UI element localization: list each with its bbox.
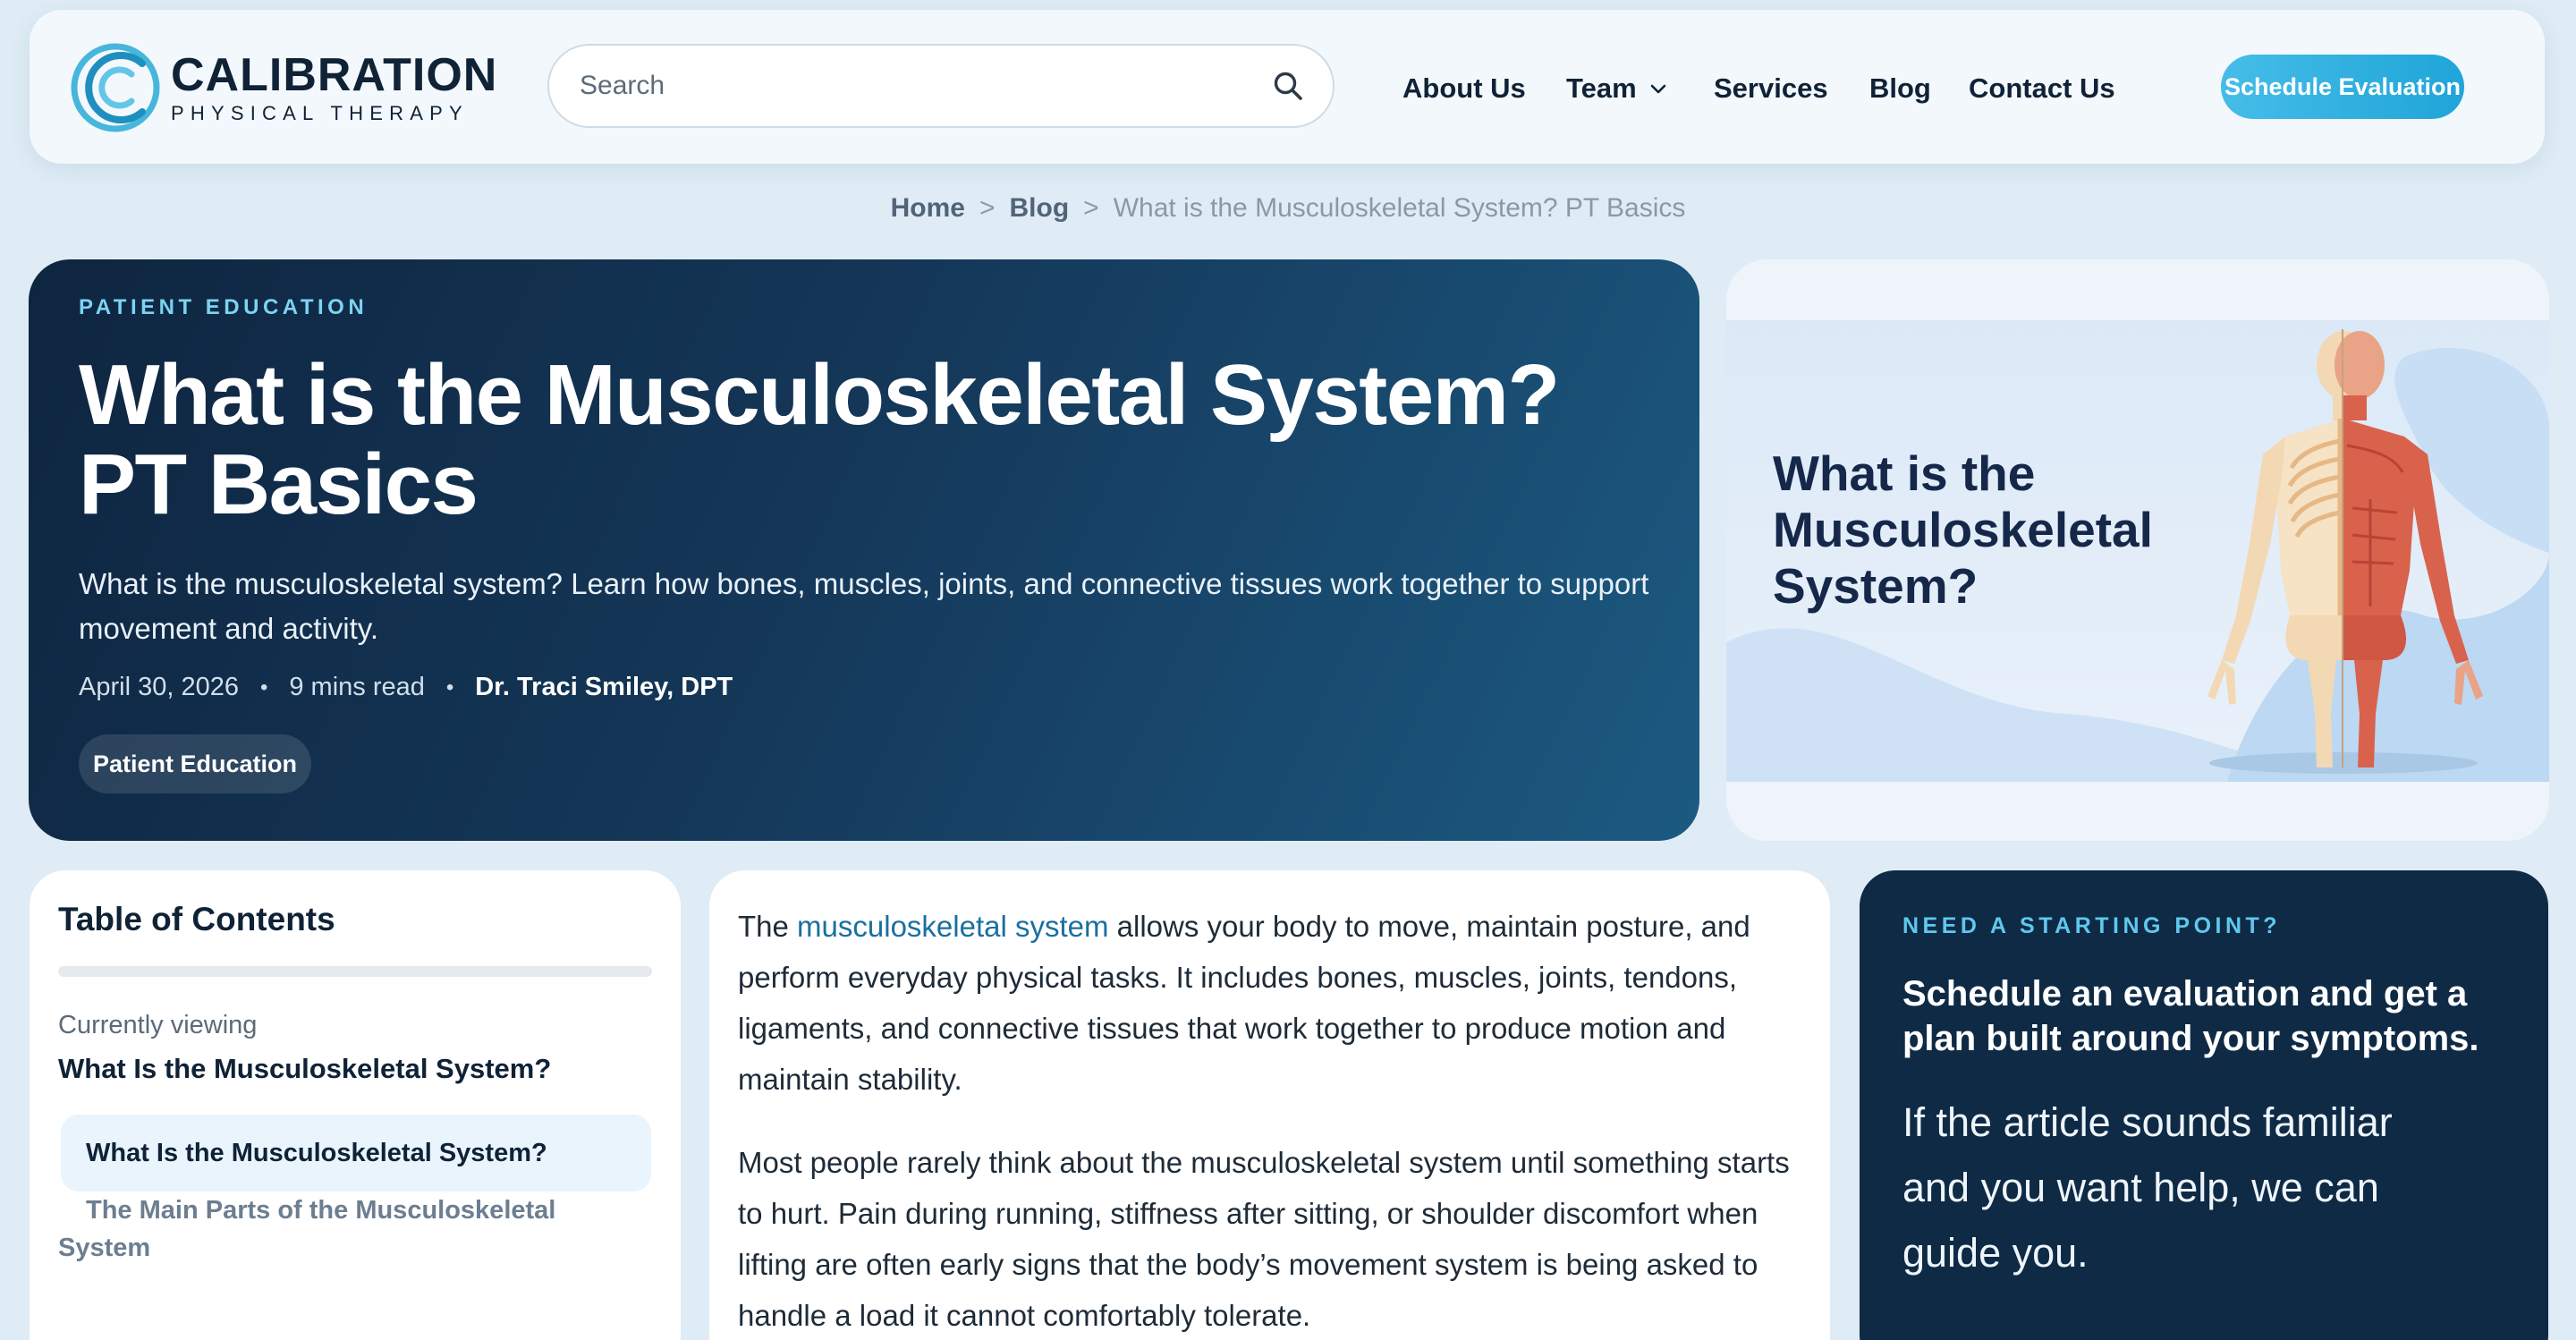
cta-card: NEED A STARTING POINT? Schedule an evalu… — [1860, 870, 2548, 1340]
toc-progress-bar — [58, 966, 652, 977]
brand-name: CALIBRATION — [171, 49, 498, 101]
search-placeholder: Search — [580, 71, 665, 100]
nav-services[interactable]: Services — [1714, 74, 1828, 102]
article-body: The musculoskeletal system allows your b… — [709, 870, 1830, 1340]
page-title: What is the Musculoskeletal System? PT B… — [79, 351, 1649, 530]
search-icon[interactable] — [1272, 70, 1304, 102]
page-title-line-1: What is the Musculoskeletal System? — [79, 347, 1560, 443]
page-title-line-2: PT Basics — [79, 437, 479, 532]
featured-image-card: What is the Musculoskeletal System? — [1726, 259, 2549, 841]
paragraph-text: The — [738, 910, 798, 943]
breadcrumb-current: What is the Musculoskeletal System? PT B… — [1113, 193, 1686, 223]
site-header: CALIBRATION PHYSICAL THERAPY Search Abou… — [30, 10, 2545, 164]
anatomy-figure-illustration — [2207, 329, 2483, 768]
cta-heading: Schedule an evaluation and get a plan bu… — [1902, 974, 2479, 1058]
read-time: 9 mins read — [289, 673, 425, 701]
article-paragraph: The musculoskeletal system allows your b… — [738, 901, 1801, 1105]
brand-logo[interactable]: CALIBRATION PHYSICAL THERAPY — [67, 35, 497, 140]
breadcrumb-separator: > — [1083, 193, 1099, 223]
hero-description: What is the musculoskeletal system? Lear… — [79, 567, 1649, 645]
logo-icon — [71, 43, 160, 132]
meta-dot: • — [445, 674, 454, 700]
cta-kicker: NEED A STARTING POINT? — [1902, 913, 2282, 938]
brand-tagline: PHYSICAL THERAPY — [171, 102, 469, 124]
breadcrumb-home[interactable]: Home — [891, 193, 965, 223]
nav-contact-us[interactable]: Contact Us — [1969, 74, 2115, 102]
nav-about-us[interactable]: About Us — [1402, 74, 1526, 102]
featured-image: What is the Musculoskeletal System? — [1726, 320, 2549, 782]
chevron-down-icon — [1650, 84, 1665, 93]
toc-item[interactable]: The Main Parts of the Musculoskeletal Sy… — [58, 1196, 555, 1262]
breadcrumb-blog[interactable]: Blog — [1010, 193, 1070, 223]
hero-category: PATIENT EDUCATION — [79, 295, 369, 319]
schedule-evaluation-button[interactable]: Schedule Evaluation — [2221, 55, 2464, 119]
category-tag[interactable]: Patient Education — [79, 734, 312, 793]
nav-blog[interactable]: Blog — [1869, 74, 1931, 102]
search-input[interactable]: Search — [547, 44, 1335, 128]
article-hero: PATIENT EDUCATION What is the Musculoske… — [29, 259, 1699, 841]
musculoskeletal-system-link[interactable]: musculoskeletal system — [797, 910, 1108, 943]
article-meta: April 30, 2026 • 9 mins read • Dr. Traci… — [79, 673, 1649, 702]
toc-current-section: What Is the Musculoskeletal System? — [58, 1053, 552, 1084]
toc-item-active[interactable]: What Is the Musculoskeletal System? — [61, 1115, 651, 1192]
publish-date: April 30, 2026 — [79, 673, 239, 701]
breadcrumb-separator: > — [979, 193, 996, 223]
cta-body: If the article sounds familiar and you w… — [1902, 1099, 2393, 1276]
author-name: Dr. Traci Smiley, DPT — [475, 673, 733, 701]
nav-team-label: Team — [1566, 72, 1637, 104]
toc-title: Table of Contents — [58, 901, 335, 937]
table-of-contents: Table of Contents Currently viewing What… — [30, 870, 681, 1340]
meta-dot: • — [259, 674, 268, 700]
breadcrumb: Home > Blog > What is the Musculoskeletal Sy… — [0, 195, 2576, 222]
article-paragraph: Most people rarely think about the muscu… — [738, 1146, 1790, 1332]
toc-current-label: Currently viewing — [58, 1011, 258, 1039]
nav-team[interactable]: Team — [1566, 74, 1669, 102]
